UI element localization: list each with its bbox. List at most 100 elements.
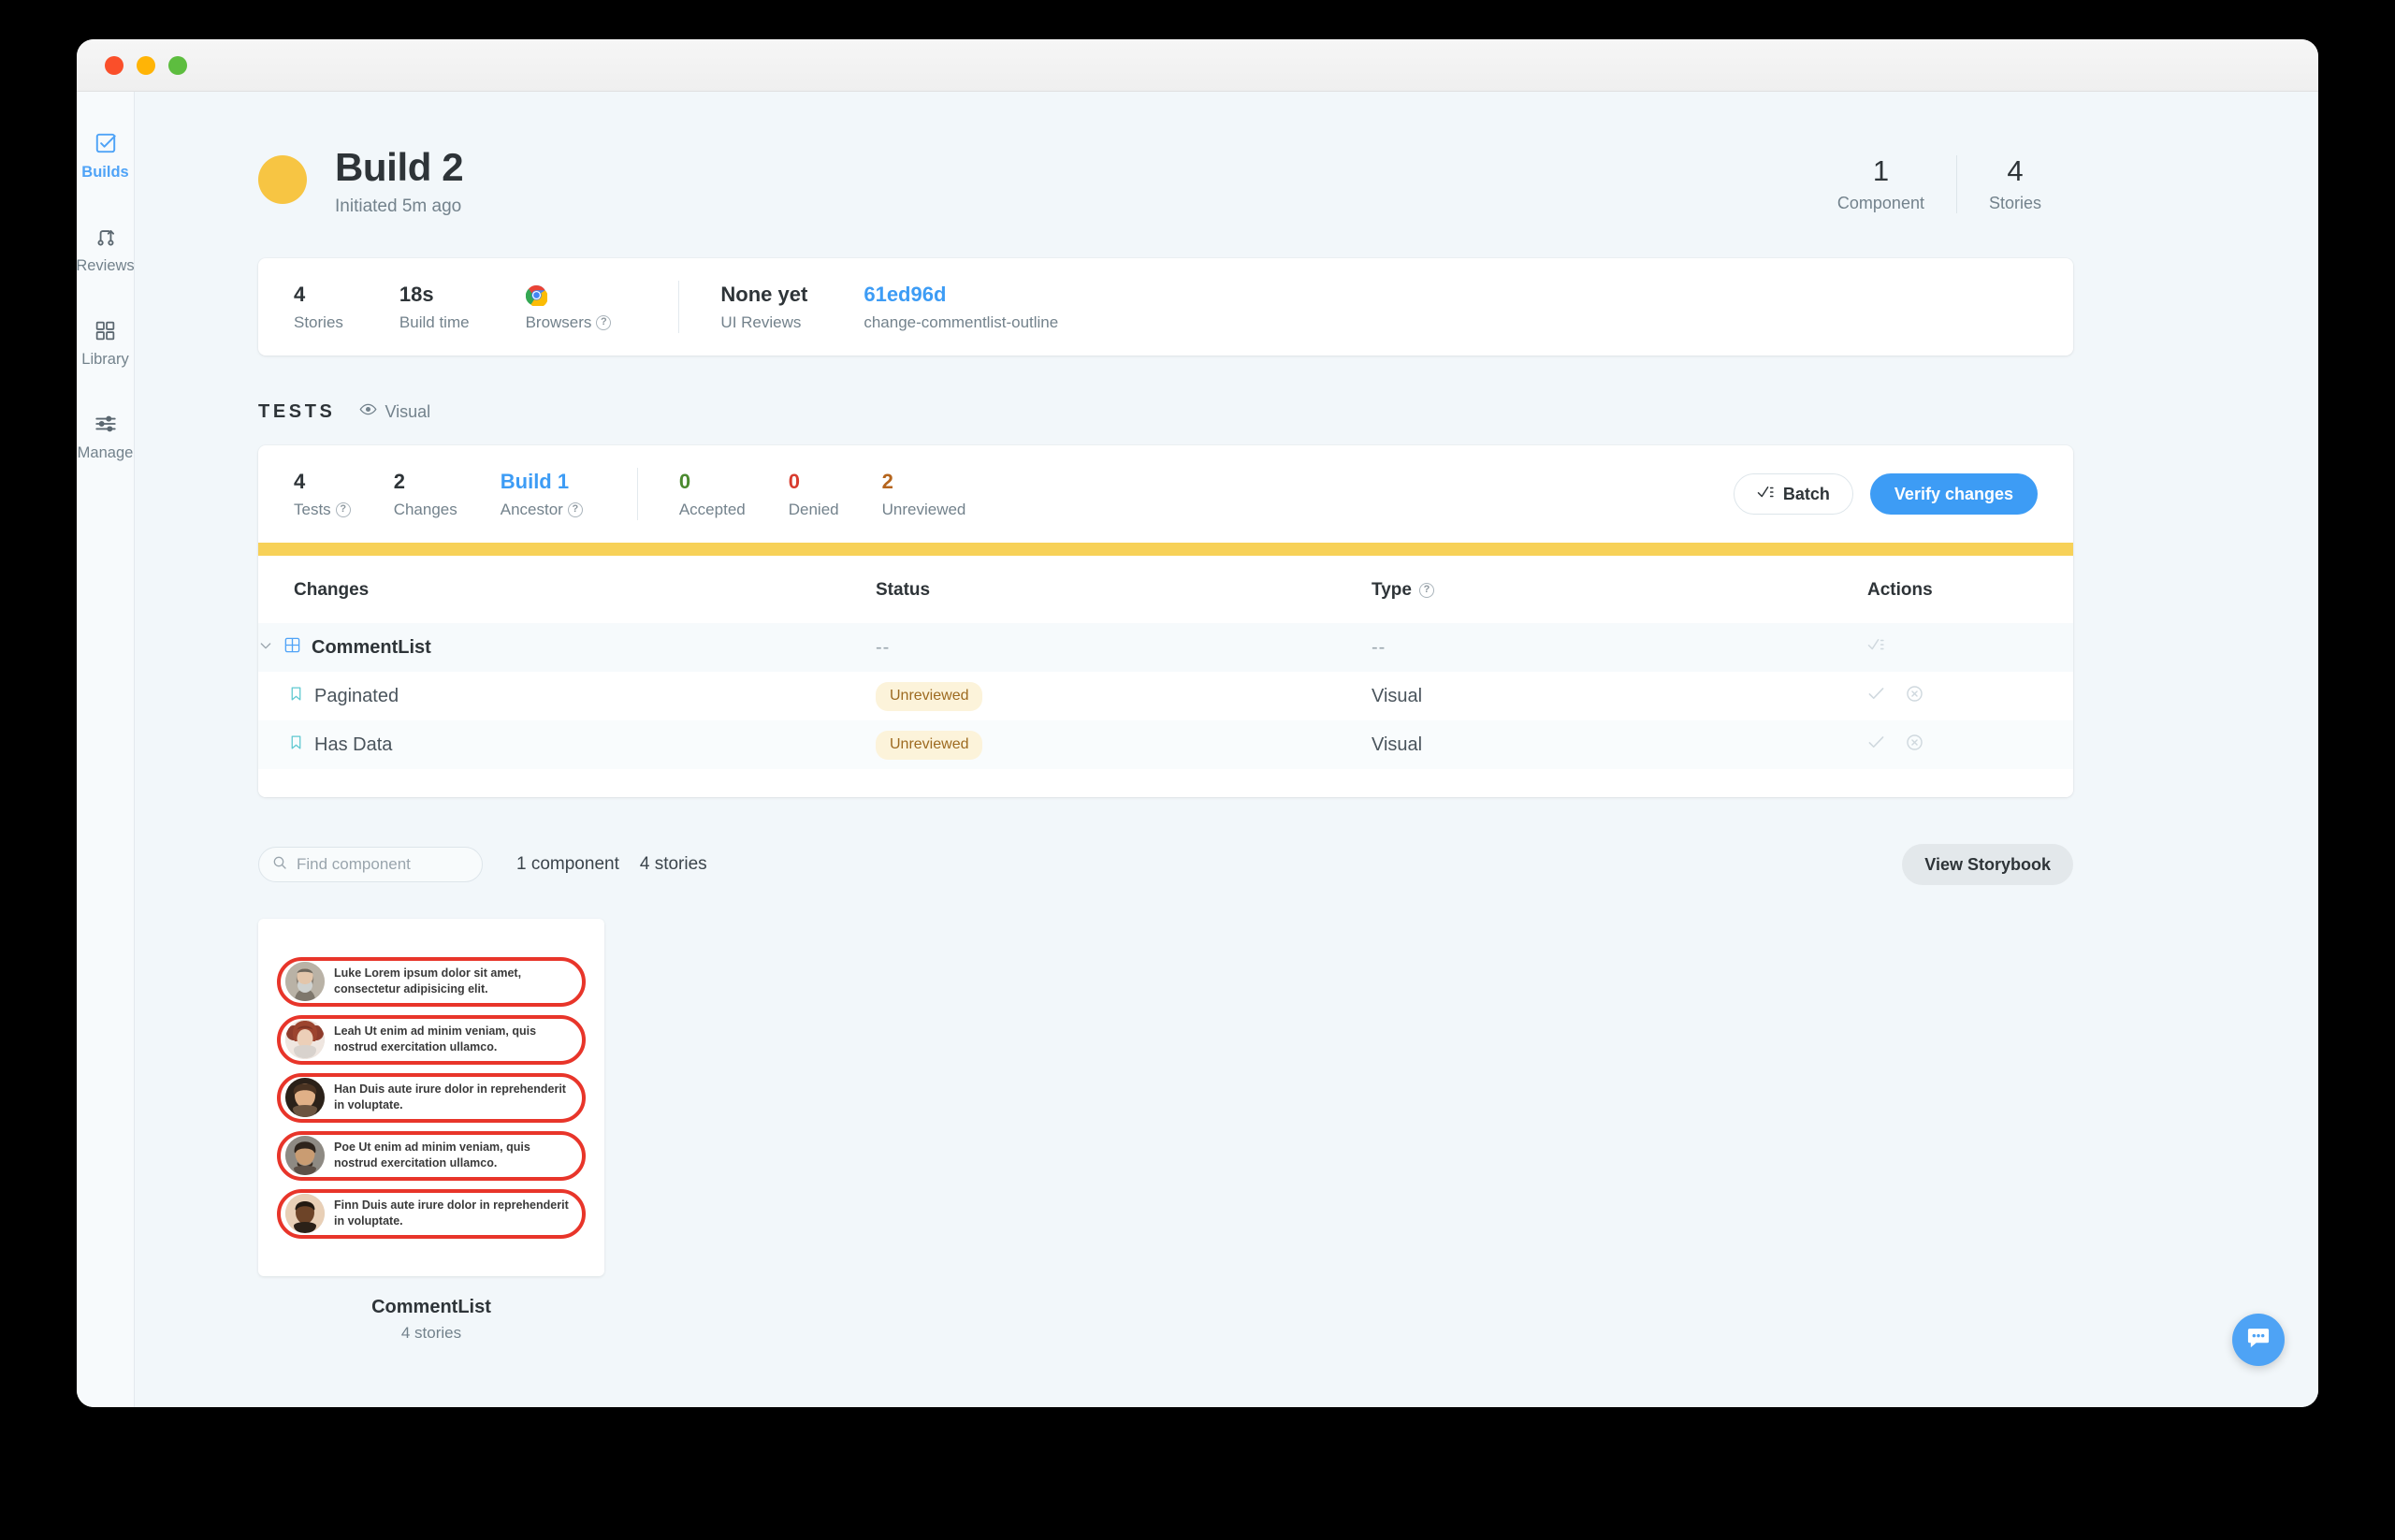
help-icon[interactable]: ? [335, 501, 351, 517]
tests-kind-label: Visual [385, 401, 431, 421]
accept-check-icon[interactable] [1867, 685, 1885, 708]
tests-stat-unreviewed: 2 Unreviewed [882, 470, 966, 518]
component-thumbnail-wrap[interactable]: Luke Lorem ipsum dolor sit amet, consect… [258, 919, 604, 1343]
sliders-icon [94, 410, 118, 438]
table-row[interactable]: Has Data Unreviewed Visual [258, 720, 2073, 770]
deny-x-icon[interactable] [1906, 685, 1923, 708]
help-icon[interactable]: ? [567, 501, 583, 517]
summary-stat-label: Stories [294, 313, 343, 332]
cell-status: -- [876, 623, 1372, 673]
list-item: Luke Lorem ipsum dolor sit amet, consect… [277, 956, 586, 1007]
tests-stat-label: Accepted [678, 500, 746, 518]
story-count-label: 4 stories [639, 854, 707, 875]
summary-divider [678, 281, 680, 334]
page-header: Build 2 Initiated 5m ago 1 Component 4 S… [258, 92, 2073, 217]
thumbnail-caption: CommentList 4 stories [258, 1297, 604, 1343]
column-header-type: Type ? [1372, 556, 1867, 624]
batch-check-icon[interactable] [1867, 636, 1884, 659]
type-value: -- [1372, 636, 1386, 658]
cell-status: Unreviewed [876, 720, 1372, 770]
help-icon[interactable]: ? [596, 315, 612, 331]
summary-stat-label: UI Reviews [720, 313, 802, 332]
batch-button[interactable]: Batch [1733, 473, 1853, 516]
window-body: Builds Reviews Library Manage Build 2 In… [77, 92, 2318, 1407]
changes-table-body: CommentList -- -- Paginated Unreviewed V… [258, 623, 2073, 770]
tests-kind: Visual [359, 400, 430, 423]
story-name: Has Data [314, 734, 393, 755]
view-storybook-button[interactable]: View Storybook [1902, 844, 2073, 886]
list-item: Leah Ut enim ad minim veniam, quis nostr… [277, 1014, 586, 1065]
header-stat-stories: 4 Stories [1955, 154, 2073, 214]
summary-stat-commit: 61ed96d change-commentlist-outline [864, 282, 1058, 332]
tests-stat-label: Ancestor [500, 500, 563, 518]
sidebar-item-label: Library [81, 351, 129, 368]
cell-type: Visual [1372, 720, 1867, 770]
search-field-wrap[interactable] [258, 847, 483, 883]
table-row[interactable]: CommentList -- -- [258, 623, 2073, 673]
avatar [285, 962, 325, 1002]
ancestor-build-link[interactable]: Build 1 [501, 470, 583, 494]
type-value: Visual [1372, 734, 1423, 755]
column-header-label: Actions [1867, 580, 1933, 601]
chevron-down-icon[interactable] [258, 637, 273, 659]
avatar [285, 1020, 325, 1060]
tests-stat-value: 0 [788, 470, 800, 494]
tests-stat-label: Denied [788, 500, 839, 518]
branch-name-label: change-commentlist-outline [864, 313, 1059, 332]
sidebar-item-reviews[interactable]: Reviews [77, 223, 134, 275]
sidebar-item-builds[interactable]: Builds [77, 129, 134, 182]
cell-type: -- [1372, 623, 1867, 673]
commit-hash-link[interactable]: 61ed96d [864, 282, 1058, 308]
verify-changes-button[interactable]: Verify changes [1869, 473, 2038, 516]
thumbnail-subtitle: 4 stories [400, 1324, 462, 1343]
status-badge: Unreviewed [876, 730, 983, 760]
avatar [285, 1078, 325, 1118]
header-stat-label: Stories [1988, 194, 2041, 213]
sidebar-item-label: Manage [77, 444, 134, 461]
list-item: Poe Ut enim ad minim veniam, quis nostru… [277, 1130, 586, 1181]
summary-stat-value: None yet [720, 283, 808, 307]
search-input[interactable] [297, 855, 469, 875]
help-icon[interactable]: ? [1418, 583, 1434, 599]
column-header-status: Status [876, 556, 1372, 624]
story-name: Paginated [314, 685, 399, 706]
build-summary-card: 4 Stories 18s Build time Browsers ? None… [258, 258, 2073, 356]
component-thumbnail[interactable]: Luke Lorem ipsum dolor sit amet, consect… [258, 919, 604, 1277]
tests-stat-label-wrap: Tests ? [294, 501, 351, 519]
sidebar: Builds Reviews Library Manage [77, 92, 135, 1407]
cell-actions [1867, 672, 2073, 721]
deny-x-icon[interactable] [1906, 734, 1923, 757]
tests-stat-accepted: 0 Accepted [679, 470, 746, 518]
header-stat-label: Component [1836, 194, 1924, 213]
avatar [285, 1194, 325, 1234]
sidebar-item-library[interactable]: Library [77, 316, 134, 369]
build-status-avatar [258, 155, 307, 204]
thumbnail-title: CommentList [371, 1297, 491, 1318]
table-row[interactable]: Paginated Unreviewed Visual [258, 672, 2073, 721]
cell-actions [1867, 720, 2073, 770]
chat-launcher-button[interactable] [2232, 1314, 2285, 1366]
comment-text: Poe Ut enim ad minim veniam, quis nostru… [334, 1140, 530, 1170]
chrome-icon [525, 282, 612, 308]
column-header-actions: Actions [1867, 556, 2073, 624]
tests-stat-value: 2 [393, 470, 405, 494]
maximize-window-button[interactable] [168, 55, 187, 75]
minimize-window-button[interactable] [137, 55, 155, 75]
sidebar-item-manage[interactable]: Manage [77, 410, 134, 462]
header-stat-value: 4 [2007, 154, 2024, 187]
summary-stat-value: 4 [294, 283, 306, 307]
tests-stat-denied: 0 Denied [789, 470, 839, 518]
tests-stat-label: Unreviewed [881, 500, 966, 518]
summary-stat-ui-reviews: None yet UI Reviews [720, 282, 807, 332]
header-stats: 1 Component 4 Stories [1806, 146, 2073, 214]
component-count-label: 1 component [516, 854, 619, 875]
accept-check-icon[interactable] [1867, 734, 1885, 757]
close-window-button[interactable] [105, 55, 123, 75]
comment-text: Leah Ut enim ad minim veniam, quis nostr… [334, 1024, 537, 1054]
column-header-changes: Changes [258, 556, 876, 624]
chat-bubble-icon [2245, 1325, 2272, 1356]
avatar [285, 1136, 325, 1176]
grid-icon [94, 316, 117, 344]
status-badge: Unreviewed [876, 681, 983, 711]
tests-section-label: TESTS [258, 400, 336, 422]
